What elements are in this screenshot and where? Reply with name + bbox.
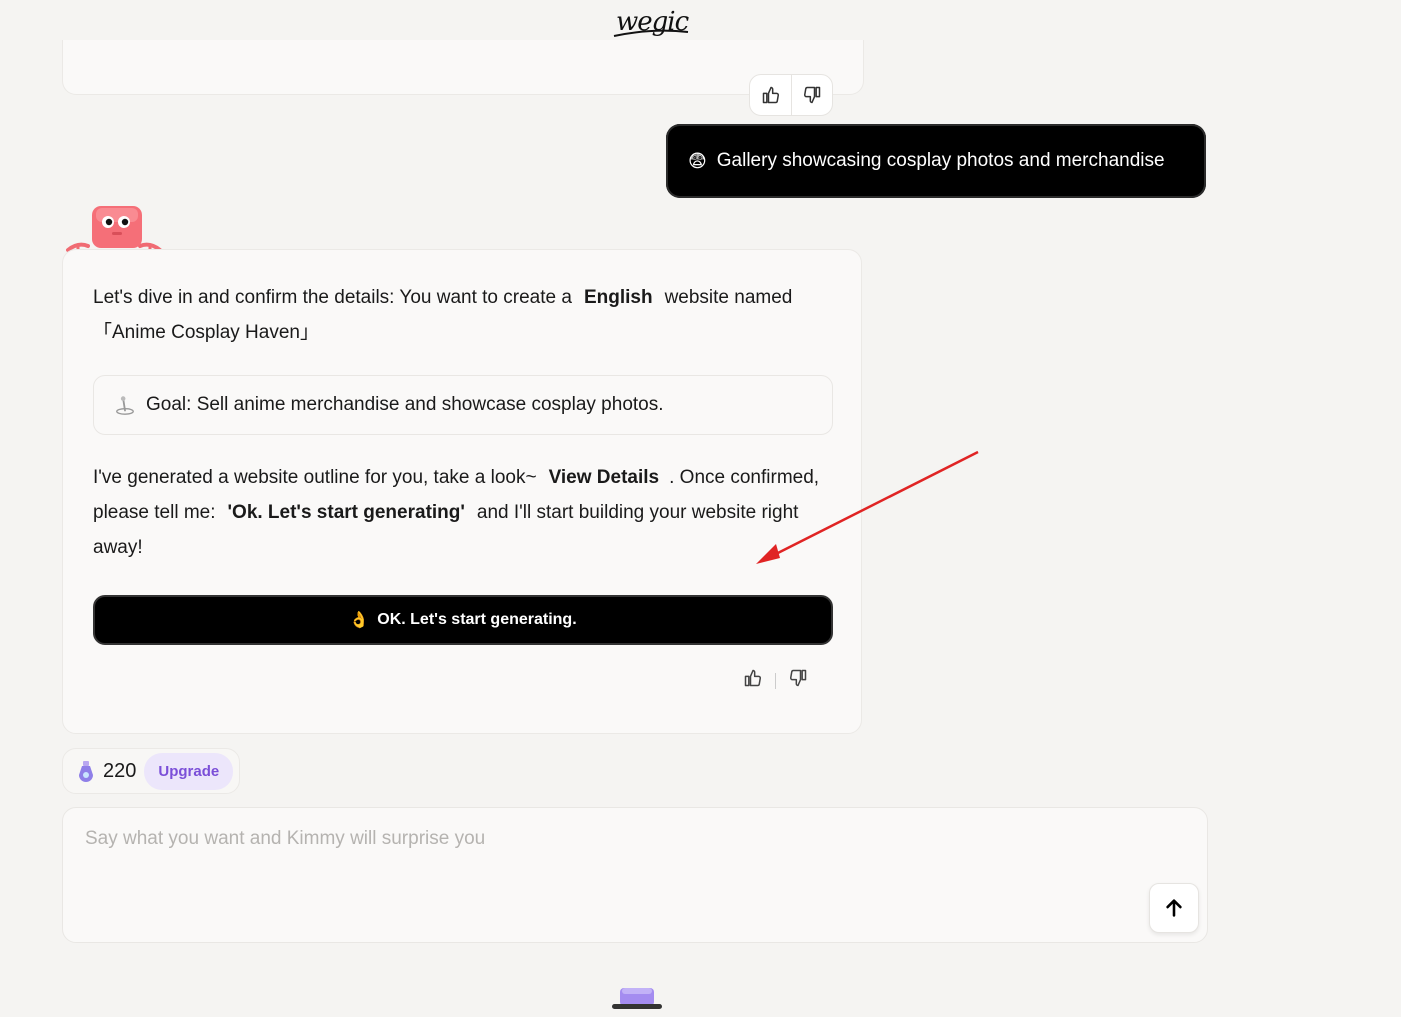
view-details-link[interactable]: View Details: [549, 467, 660, 488]
outline-prefix: I've generated a website outline for you…: [93, 467, 537, 488]
assistant-feedback-controls: [743, 668, 808, 693]
chat-page: wegic 😨 Gallery showcasing cosplay photo…: [0, 0, 1401, 1017]
previous-feedback-controls: [749, 74, 833, 116]
start-generating-button[interactable]: 👌 OK. Let's start generating.: [93, 595, 833, 645]
goal-text: Goal: Sell anime merchandise and showcas…: [146, 394, 664, 415]
language-value: English: [583, 287, 653, 308]
site-name: 「Anime Cosplay Haven」: [93, 322, 319, 343]
thumbs-down-icon: [803, 86, 820, 104]
upgrade-button[interactable]: Upgrade: [144, 752, 234, 790]
goal-box: Goal: Sell anime merchandise and showcas…: [93, 375, 833, 435]
credits-badge: 220 Upgrade: [62, 748, 240, 794]
arrow-up-icon: [1166, 899, 1182, 917]
thumbs-up-icon: [744, 669, 761, 687]
user-message-bubble: 😨 Gallery showcasing cosplay photos and …: [666, 124, 1206, 198]
potion-icon: [79, 761, 93, 782]
thumbs-up-icon: [762, 86, 779, 104]
send-button[interactable]: [1149, 883, 1199, 933]
outline-paragraph: I've generated a website outline for you…: [93, 460, 828, 565]
joystick-icon: [114, 394, 136, 416]
thumbs-down-icon: [790, 669, 807, 687]
message-input[interactable]: [83, 826, 1137, 890]
assistant-message-card: Let's dive in and confirm the details: Y…: [62, 249, 862, 734]
intro-prefix: Let's dive in and confirm the details: Y…: [93, 287, 572, 308]
hat-mascot-icon: [612, 988, 662, 1009]
intro-suffix: website named: [664, 287, 793, 308]
thumbs-up-button[interactable]: [743, 668, 763, 693]
thumbs-down-button[interactable]: [792, 75, 832, 115]
confirmation-paragraph: Let's dive in and confirm the details: Y…: [93, 280, 813, 350]
start-generating-label: OK. Let's start generating.: [377, 611, 577, 628]
thumbs-down-button[interactable]: [788, 668, 808, 693]
wegic-logo[interactable]: wegic: [612, 4, 692, 44]
confirm-phrase: 'Ok. Let's start generating': [227, 502, 465, 523]
previous-message-card: [62, 40, 864, 95]
credits-count: 220: [103, 759, 137, 782]
logo-mark-icon: wegic: [613, 7, 691, 37]
user-message-text: Gallery showcasing cosplay photos and me…: [716, 150, 1165, 171]
message-composer: [62, 807, 1208, 943]
thumbs-up-button[interactable]: [751, 75, 791, 115]
fearful-face-icon: 😨: [688, 150, 707, 171]
annotation-arrow-icon: [756, 450, 979, 564]
logo-text: wegic: [616, 7, 690, 37]
ok-hand-icon: 👌: [349, 612, 370, 629]
